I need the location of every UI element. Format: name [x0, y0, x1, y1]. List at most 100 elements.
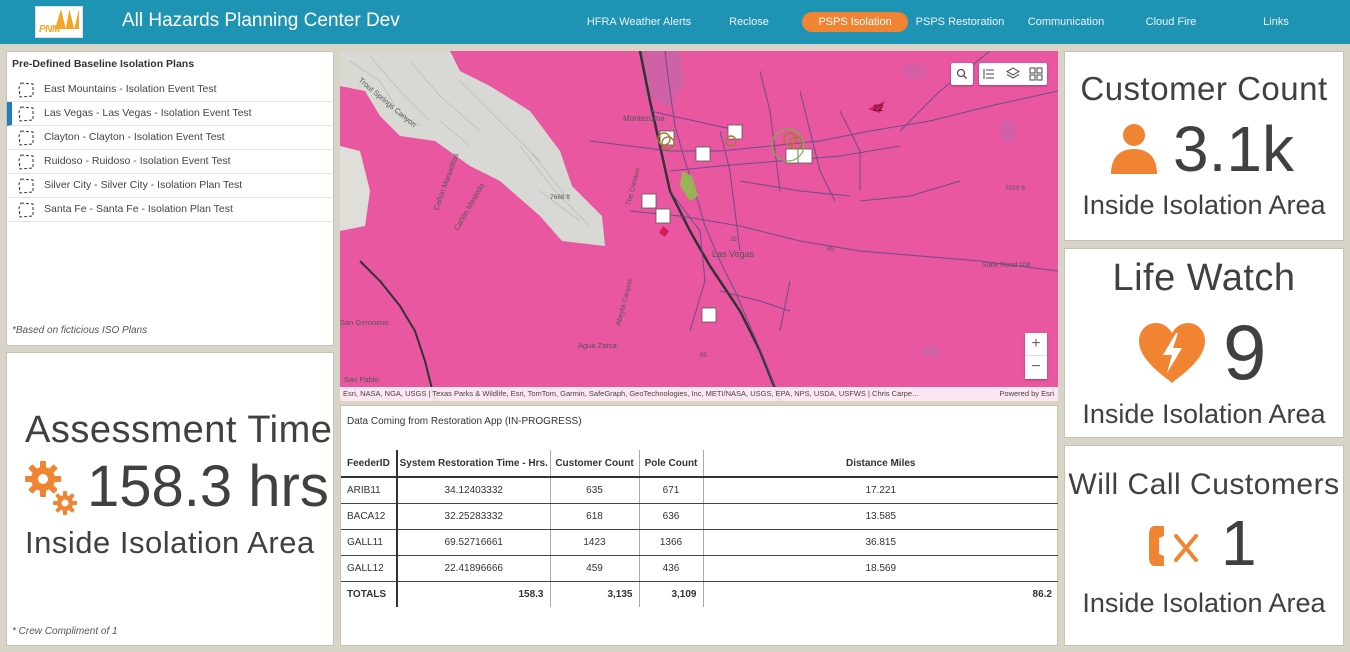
attribution-text: Esri, NASA, NGA, USGS | Texas Parks & Wi… [343, 389, 919, 398]
cell-distance: 18.569 [703, 555, 1058, 582]
assessment-title: Assessment Time [25, 409, 333, 451]
basemap-gallery-icon[interactable] [1025, 63, 1047, 85]
zoom-in-button[interactable]: + [1025, 333, 1047, 356]
cell-pole-count: 436 [639, 555, 704, 582]
life-watch-title: Life Watch [1112, 257, 1296, 299]
nav-psps-isolation[interactable]: PSPS Isolation [802, 12, 908, 32]
table-row[interactable]: ARIB11 34.12403332 635 671 17.221 [341, 477, 1058, 504]
app-title: All Hazards Planning Center Dev [122, 10, 400, 31]
plan-item-selected[interactable]: Las Vegas - Las Vegas - Isolation Event … [7, 102, 333, 126]
map-label-vegas: Las Vegas [712, 249, 755, 259]
zoom-out-button[interactable]: − [1025, 356, 1047, 379]
column-header[interactable]: Customer Count [550, 450, 640, 478]
will-call-title: Will Call Customers [1068, 468, 1340, 501]
cell-restoration-time: 69.52716661 [397, 529, 551, 556]
plan-item[interactable]: Silver City - Silver City - Isolation Pl… [7, 174, 333, 198]
cell-distance: 13.585 [703, 503, 1058, 530]
will-call-panel: Will Call Customers 1 Inside Isolation A… [1064, 445, 1344, 646]
plan-label: Clayton - Clayton - Isolation Event Test [44, 131, 225, 143]
nav-links[interactable]: Links [1250, 12, 1302, 32]
plan-item[interactable]: Ruidoso - Ruidoso - Isolation Event Test [7, 150, 333, 174]
table-row[interactable]: BACA12 32.25283332 618 636 13.585 [341, 503, 1058, 530]
cell-restoration-time: 22.41896666 [397, 555, 551, 582]
zoom-control: + − [1025, 333, 1047, 379]
cell-pole-count: 671 [639, 477, 704, 504]
nav-communication[interactable]: Communication [1022, 12, 1110, 32]
column-header[interactable]: FeederID [341, 450, 398, 478]
column-header[interactable]: Pole Count [639, 450, 704, 478]
plan-label: Las Vegas - Las Vegas - Isolation Event … [44, 107, 252, 119]
nav-cloud-fire[interactable]: Cloud Fire [1135, 12, 1207, 32]
map-label-san-geronimo: San Geronimo [340, 318, 388, 327]
polygon-icon [18, 202, 34, 218]
map-label-san-pablo: San Pablo [344, 375, 379, 384]
nav-hfra-weather-alerts[interactable]: HFRA Weather Alerts [580, 12, 698, 32]
table-row[interactable]: GALL11 69.52716661 1423 1366 36.815 [341, 529, 1058, 556]
cell-customer-count: 459 [550, 555, 640, 582]
map-label-elevation: 7688 ft [550, 194, 570, 201]
map-widget-toolbar [979, 63, 1047, 85]
table-row[interactable]: GALL12 22.41896666 459 436 18.569 [341, 555, 1058, 582]
cell-feeder-id: ARIB11 [341, 477, 398, 504]
polygon-icon [18, 106, 34, 122]
map-label-state-road: State Road 104 [982, 262, 1031, 269]
isolation-plans-panel: Pre-Defined Baseline Isolation Plans Eas… [6, 51, 334, 346]
customer-count-subtitle: Inside Isolation Area [1082, 190, 1326, 220]
plans-title: Pre-Defined Baseline Isolation Plans [12, 58, 195, 70]
assessment-subtitle: Inside Isolation Area [25, 525, 315, 560]
assessment-footnote: * Crew Compliment of 1 [12, 626, 118, 637]
legend-icon[interactable] [979, 63, 1001, 85]
column-header[interactable]: System Restoration Time - Hrs. [397, 450, 551, 478]
plan-item[interactable]: Clayton - Clayton - Isolation Event Test [7, 126, 333, 150]
life-watch-panel: Life Watch 9 Inside Isolation Area [1064, 248, 1344, 438]
customer-count-value: 3.1k [1173, 113, 1294, 185]
plan-item[interactable]: Santa Fe - Santa Fe - Isolation Plan Tes… [7, 198, 333, 222]
total-restoration-time: 158.3 [397, 581, 551, 607]
map-label-montezuma: Montezuma [623, 114, 665, 123]
map-attribution: Esri, NASA, NGA, USGS | Texas Parks & Wi… [340, 387, 1058, 401]
assessment-value: 158.3 hrs [87, 454, 329, 519]
column-header[interactable]: Distance Miles [703, 450, 1058, 478]
cell-feeder-id: BACA12 [341, 503, 398, 530]
polygon-icon [18, 178, 34, 194]
totals-row: TOTALS 158.3 3,135 3,109 86.2 [341, 581, 1058, 607]
cell-customer-count: 635 [550, 477, 640, 504]
powered-by-esri[interactable]: Powered by Esri [999, 387, 1054, 401]
plan-label: East Mountains - Isolation Event Test [44, 83, 217, 95]
life-watch-subtitle: Inside Isolation Area [1082, 399, 1326, 429]
map-canvas: Trout Springs Canyon Montezuma Las Vegas… [340, 51, 1058, 401]
plan-label: Santa Fe - Santa Fe - Isolation Plan Tes… [44, 203, 233, 215]
plan-item[interactable]: East Mountains - Isolation Event Test [7, 78, 333, 102]
phone-x-icon [1149, 526, 1198, 566]
nav-reclose[interactable]: Reclose [712, 12, 786, 32]
plan-label: Silver City - Silver City - Isolation Pl… [44, 179, 243, 191]
search-icon[interactable] [951, 63, 973, 85]
restoration-table-panel: Data Coming from Restoration App (IN-PRO… [340, 405, 1058, 646]
nav-psps-restoration[interactable]: PSPS Restoration [912, 12, 1008, 32]
cell-feeder-id: GALL12 [341, 555, 398, 582]
top-bar: PNM All Hazards Planning Center Dev HFRA… [0, 0, 1350, 44]
polygon-icon [18, 130, 34, 146]
map-label-highway: 65 [827, 247, 834, 253]
cell-customer-count: 1423 [550, 529, 640, 556]
total-pole-count: 3,109 [639, 581, 704, 607]
heart-bolt-icon [1139, 323, 1205, 383]
cell-pole-count: 636 [639, 503, 704, 530]
company-logo[interactable]: PNM [35, 6, 83, 38]
map-label-elevation: 7029 ft [1005, 185, 1025, 192]
cell-restoration-time: 34.12403332 [397, 477, 551, 504]
map-label-highway: 25 [730, 237, 737, 243]
will-call-value: 1 [1221, 507, 1257, 579]
table-header-row: FeederID System Restoration Time - Hrs. … [341, 450, 1058, 478]
restoration-table: FeederID System Restoration Time - Hrs. … [341, 450, 1058, 607]
life-watch-value: 9 [1223, 308, 1267, 396]
isolation-map[interactable]: Trout Springs Canyon Montezuma Las Vegas… [340, 51, 1058, 401]
table-caption: Data Coming from Restoration App (IN-PRO… [347, 416, 582, 427]
cell-feeder-id: GALL11 [341, 529, 398, 556]
map-search-tool[interactable] [951, 63, 973, 85]
customer-count-panel: Customer Count 3.1k Inside Isolation Are… [1064, 51, 1344, 241]
layers-icon[interactable] [1002, 63, 1024, 85]
cell-distance: 17.221 [703, 477, 1058, 504]
total-distance: 86.2 [1032, 588, 1052, 600]
plans-footnote: *Based on ficticious ISO Plans [12, 325, 148, 336]
